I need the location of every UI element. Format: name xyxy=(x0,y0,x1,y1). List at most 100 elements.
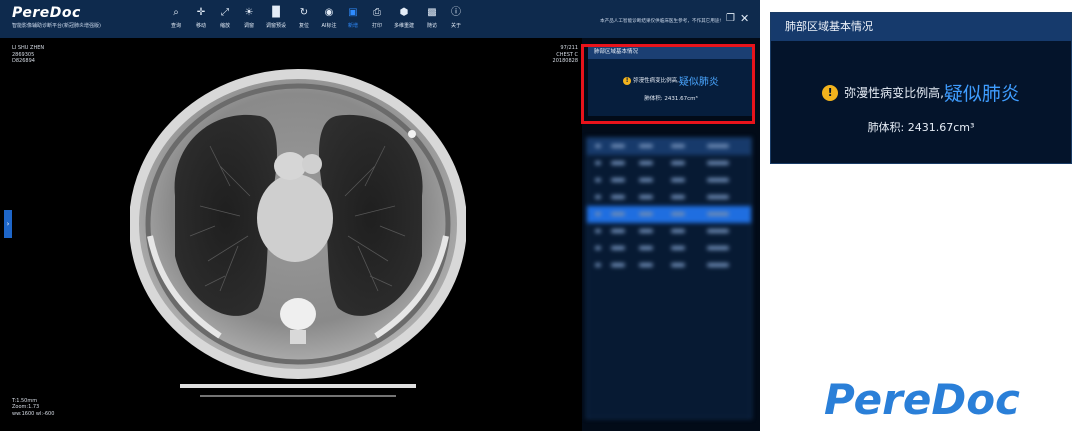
table-row[interactable] xyxy=(587,189,751,206)
brand-subtitle: 智能影像辅助诊断平台(新冠肺炎增强版) xyxy=(12,23,101,29)
tool-reset[interactable]: ↻ 复位 xyxy=(291,6,317,29)
table-cell xyxy=(595,195,601,199)
table-cell xyxy=(671,263,685,267)
peredoc-logo-text: PereDoc xyxy=(824,375,1020,422)
table-cell xyxy=(639,144,653,148)
ct-chest-image xyxy=(130,69,466,397)
tool-add[interactable]: ▣ 新增 xyxy=(340,6,366,29)
lesion-table xyxy=(586,137,752,419)
table-cell xyxy=(639,263,653,267)
table-row[interactable] xyxy=(587,223,751,240)
tool-about[interactable]: ⓘ 关于 xyxy=(443,6,469,29)
table-cell xyxy=(595,212,601,216)
table-cell xyxy=(611,178,625,182)
reset-icon: ↻ xyxy=(299,7,309,18)
move-icon: ✛ xyxy=(196,7,206,18)
tool-search[interactable]: ⌕ 查询 xyxy=(163,6,189,29)
table-cell xyxy=(671,161,685,165)
table-cell xyxy=(671,229,685,233)
study-id: D826894 xyxy=(12,58,35,64)
zoomed-card-title: 肺部区域基本情况 xyxy=(771,13,1071,41)
lesion-table-caption xyxy=(586,125,752,135)
tool-mpr[interactable]: ⬢ 多维重建 xyxy=(391,6,417,29)
table-cell xyxy=(671,195,685,199)
table-cell xyxy=(707,144,729,148)
table-cell xyxy=(595,144,601,148)
peredoc-logo: PereDoc xyxy=(824,375,1020,422)
window-preset-icon: ▐▌ xyxy=(268,7,284,18)
ct-viewport[interactable]: LI SHU ZHEN 2869305 D826894 97/211 CHEST… xyxy=(0,38,582,431)
table-cell xyxy=(707,161,729,165)
table-cell xyxy=(671,212,685,216)
table-cell xyxy=(671,246,685,250)
table-cell xyxy=(639,161,653,165)
tool-follow-up[interactable]: ▩ 随访 xyxy=(419,6,445,29)
table-cell xyxy=(611,161,625,165)
tool-ai-annotate[interactable]: ◉ AI标注 xyxy=(316,6,342,29)
zoomed-finding: ! 弥漫性病变比例高,疑似肺炎 xyxy=(771,79,1071,106)
lesion-table-blurred xyxy=(586,125,752,419)
zoomed-finding-text: 弥漫性病变比例高, xyxy=(844,86,944,100)
lung-region-card-zoomed: 肺部区域基本情况 ! 弥漫性病变比例高,疑似肺炎 肺体积: 2431.67cm³ xyxy=(770,12,1072,164)
table-row[interactable] xyxy=(587,155,751,172)
table-cell xyxy=(707,246,729,250)
study-date: 20180828 xyxy=(552,58,578,64)
table-cell xyxy=(611,229,625,233)
add-layer-icon: ▣ xyxy=(348,7,358,18)
window-level: ww:1600 wl:-600 xyxy=(12,410,55,417)
ai-disclaimer: 本产品人工智能诊断结果仅供临床医生参考，不作其它用途! xyxy=(600,19,722,24)
table-cell xyxy=(611,246,625,250)
brand-logo: PereDoc xyxy=(12,5,81,21)
table-cell xyxy=(707,195,729,199)
camera-icon: ▩ xyxy=(427,7,437,18)
brand: PereDoc 智能影像辅助诊断平台(新冠肺炎增强版) xyxy=(12,5,101,29)
table-cell xyxy=(611,212,625,216)
table-row[interactable] xyxy=(587,240,751,257)
tool-zoom[interactable]: ⤢ 缩放 xyxy=(212,6,238,29)
table-cell xyxy=(639,178,653,182)
table-row[interactable] xyxy=(587,172,751,189)
zoomed-lung-volume: 肺体积: 2431.67cm³ xyxy=(867,121,975,134)
alert-icon: ! xyxy=(822,84,839,101)
table-cell xyxy=(639,212,653,216)
table-cell xyxy=(595,246,601,250)
table-cell xyxy=(611,263,625,267)
patient-info-overlay: LI SHU ZHEN 2869305 D826894 xyxy=(12,45,44,65)
table-row-selected[interactable] xyxy=(587,206,751,223)
info-icon: ⓘ xyxy=(451,7,461,18)
restore-window-icon[interactable]: ❐ xyxy=(726,13,735,24)
table-header-row xyxy=(587,138,751,155)
series-info-overlay: 97/211 CHEST C 20180828 xyxy=(553,45,578,65)
patient-name: LI SHU ZHEN xyxy=(12,45,45,51)
search-icon: ⌕ xyxy=(173,7,179,18)
tool-print[interactable]: ⎙ 打印 xyxy=(364,6,390,29)
display-params-overlay: T:1.50mm Zoom:1.73 ww:1600 wl:-600 xyxy=(12,398,54,418)
table-cell xyxy=(611,195,625,199)
table-cell xyxy=(707,212,729,216)
table-cell xyxy=(671,144,685,148)
highlight-box xyxy=(581,44,755,124)
table-cell xyxy=(671,178,685,182)
table-cell xyxy=(611,144,625,148)
close-icon[interactable]: ✕ xyxy=(740,12,749,25)
table-cell xyxy=(707,178,729,182)
print-icon: ⎙ xyxy=(373,7,381,18)
table-cell xyxy=(595,178,601,182)
mpr-icon: ⬢ xyxy=(399,7,409,18)
sidebar-expand-icon[interactable]: › xyxy=(4,210,12,238)
table-row[interactable] xyxy=(587,257,751,274)
top-toolbar: PereDoc 智能影像辅助诊断平台(新冠肺炎增强版) ⌕ 查询 ✛ 移动 ⤢ … xyxy=(0,0,760,38)
table-cell xyxy=(707,263,729,267)
tool-window-preset[interactable]: ▐▌ 调窗预设 xyxy=(263,6,289,29)
table-cell xyxy=(595,229,601,233)
brightness-icon: ☀ xyxy=(244,7,254,18)
zoom-icon: ⤢ xyxy=(221,7,229,18)
table-cell xyxy=(707,229,729,233)
app-window: PereDoc 智能影像辅助诊断平台(新冠肺炎增强版) ⌕ 查询 ✛ 移动 ⤢ … xyxy=(0,0,760,431)
tool-move[interactable]: ✛ 移动 xyxy=(188,6,214,29)
table-cell xyxy=(595,161,601,165)
zoomed-finding-emphasis: 疑似肺炎 xyxy=(943,83,1020,105)
table-cell xyxy=(595,263,601,267)
tool-window[interactable]: ☀ 调窗 xyxy=(236,6,262,29)
table-cell xyxy=(639,246,653,250)
